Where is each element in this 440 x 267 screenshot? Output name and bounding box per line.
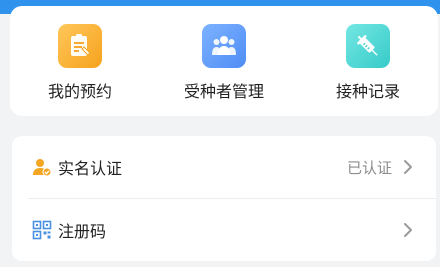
registration-code-row[interactable]: 注册码 xyxy=(12,199,436,261)
syringe-icon xyxy=(346,24,390,68)
verified-user-icon xyxy=(32,157,52,177)
vaccination-records-button[interactable]: 接种记录 xyxy=(298,24,438,102)
chevron-right-icon xyxy=(398,157,418,177)
verification-status: 已认证 xyxy=(346,158,392,177)
quick-actions-card: 我的预约 受种者管理 接种记录 xyxy=(10,6,438,116)
real-name-verification-label: 实名认证 xyxy=(58,159,123,178)
settings-list-card: 实名认证 已认证 注册码 xyxy=(12,136,436,261)
my-appointments-button[interactable]: 我的预约 xyxy=(10,24,150,102)
real-name-verification-row[interactable]: 实名认证 已认证 xyxy=(12,136,436,198)
clipboard-icon xyxy=(58,24,102,68)
my-appointments-label: 我的预约 xyxy=(47,82,112,101)
qr-code-icon xyxy=(32,220,52,240)
registration-code-label: 注册码 xyxy=(58,222,107,241)
chevron-right-icon xyxy=(398,220,418,240)
recipient-management-label: 受种者管理 xyxy=(183,82,264,101)
recipient-management-button[interactable]: 受种者管理 xyxy=(154,24,294,102)
vaccination-records-label: 接种记录 xyxy=(335,82,400,101)
people-group-icon xyxy=(202,24,246,68)
